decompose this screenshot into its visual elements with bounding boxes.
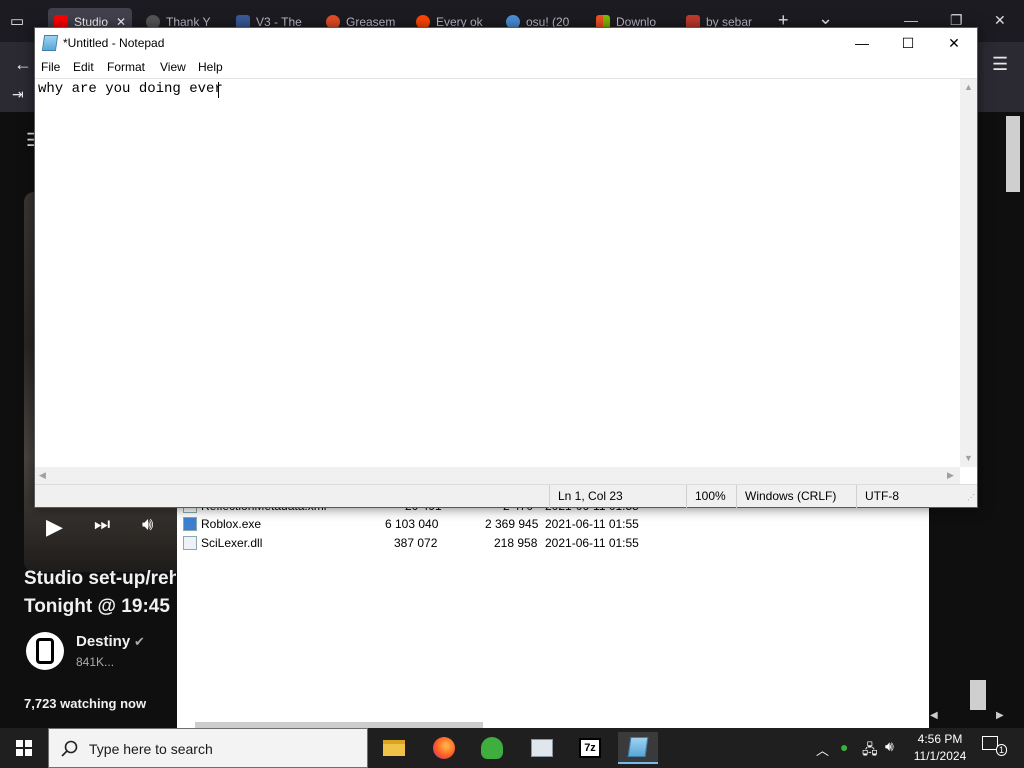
notepad-taskbar-button[interactable] — [618, 732, 658, 764]
notepad-window: *Untitled - Notepad — ☐ ✕ File Edit Form… — [34, 27, 978, 508]
destiny-logo-icon — [36, 638, 54, 664]
windows-logo-icon — [16, 740, 32, 756]
menu-file[interactable]: File — [41, 60, 60, 74]
tab-overview-icon[interactable]: ▭ — [10, 12, 24, 30]
minimize-button[interactable]: — — [839, 28, 885, 58]
editor-text[interactable]: why are you doing ever — [38, 81, 223, 97]
verified-icon: ✔ — [134, 634, 145, 649]
people-taskbar-button[interactable] — [472, 732, 512, 764]
video-title-line1: Studio set-up/reh — [24, 568, 176, 589]
menu-view[interactable]: View — [160, 60, 186, 74]
file-name: Roblox.exe — [201, 517, 262, 531]
file-modified: 2021-06-11 01:55 — [545, 517, 639, 531]
scroll-right-icon[interactable]: ▶ — [947, 470, 954, 481]
sign-in-icon[interactable]: ⇥ — [12, 86, 24, 103]
printer-taskbar-button[interactable] — [522, 732, 562, 764]
file-size: 6 103 040 — [385, 517, 439, 531]
window-title: *Untitled - Notepad — [63, 36, 165, 50]
status-divider — [549, 485, 550, 508]
taskbar: Type here to search 7z ︿ ● 🖧︎ 🔊︎ 4:56 PM… — [0, 728, 1024, 768]
vertical-scrollbar[interactable]: ▲ ▼ — [960, 79, 977, 467]
channel-avatar[interactable] — [26, 632, 64, 670]
clock-time[interactable]: 4:56 PM — [914, 732, 966, 746]
video-title-line2: Tonight @ 19:45 — [24, 596, 170, 617]
next-icon[interactable]: ⏭ — [94, 514, 110, 535]
scroll-down-icon[interactable]: ▼ — [964, 453, 973, 463]
file-modified: 2021-06-11 01:55 — [545, 536, 639, 550]
folder-icon — [383, 740, 405, 756]
notepad-app-icon — [41, 35, 59, 51]
printer-icon — [531, 739, 553, 757]
notepad-icon — [627, 737, 649, 757]
resize-grip-icon[interactable]: ⋰ — [967, 493, 975, 502]
maximize-button[interactable]: ☐ — [885, 28, 931, 58]
file-row[interactable]: SciLexer.dll 387 072 218 958 2021-06-11 … — [183, 534, 703, 553]
firefox-icon — [433, 737, 455, 759]
menu-edit[interactable]: Edit — [73, 60, 94, 74]
zoom-level: 100% — [695, 489, 726, 503]
archive-file-list: ReflectionMetadata.xml 20 491 2 470 2021… — [177, 499, 929, 728]
show-hidden-icons-button[interactable]: ︿ — [816, 740, 829, 759]
taskbar-search-box[interactable]: Type here to search — [48, 728, 368, 768]
start-button[interactable] — [0, 728, 48, 768]
file-size: 387 072 — [394, 536, 438, 550]
menu-bar: File Edit Format View Help — [35, 58, 977, 78]
scroll-left-icon[interactable]: ◀ — [930, 710, 938, 721]
people-tray-icon[interactable]: ● — [840, 739, 848, 755]
file-packed: 2 369 945 — [485, 517, 539, 531]
status-divider — [856, 485, 857, 508]
play-icon[interactable]: ▶ — [46, 514, 63, 540]
page-scrollbar-thumb[interactable] — [1006, 116, 1020, 192]
dll-file-icon — [183, 536, 197, 550]
7zip-icon: 7z — [579, 738, 601, 758]
browser-minimize-button[interactable]: — — [904, 12, 918, 28]
firefox-taskbar-button[interactable] — [424, 732, 464, 764]
back-arrow-icon[interactable]: ← — [14, 54, 32, 75]
browser-close-button[interactable]: ✕ — [994, 12, 1006, 29]
horizontal-scrollbar[interactable]: ◀ ▶ — [35, 467, 960, 484]
text-caret — [218, 82, 219, 98]
volume-icon[interactable]: 🔊︎ — [142, 514, 153, 535]
menu-help[interactable]: Help — [198, 60, 223, 74]
file-name: SciLexer.dll — [201, 536, 263, 550]
page-scrollbar-bottom[interactable] — [970, 680, 986, 710]
search-icon — [61, 740, 78, 757]
volume-icon[interactable]: 🔊︎ — [885, 738, 894, 755]
scroll-up-icon[interactable]: ▲ — [964, 82, 973, 92]
status-divider — [686, 485, 687, 508]
text-editor-area[interactable]: why are you doing ever ▲ ▼ ◀ ▶ — [35, 78, 977, 484]
encoding: UTF-8 — [865, 489, 899, 503]
exe-file-icon — [183, 517, 197, 531]
cursor-position: Ln 1, Col 23 — [558, 489, 623, 503]
action-center-button[interactable]: 1 — [982, 736, 1008, 758]
subscriber-count: 841K... — [76, 655, 115, 669]
close-button[interactable]: ✕ — [931, 28, 977, 58]
scroll-right-icon[interactable]: ▶ — [996, 710, 1004, 721]
clock-date[interactable]: 11/1/2024 — [910, 749, 970, 763]
channel-name[interactable]: Destiny — [76, 633, 130, 650]
line-endings: Windows (CRLF) — [745, 489, 837, 503]
tab-list-button[interactable]: ⌄ — [818, 8, 833, 29]
network-icon[interactable]: 🖧︎ — [862, 739, 878, 763]
file-packed: 218 958 — [494, 536, 538, 550]
app-menu-icon[interactable]: ☰ — [992, 54, 1008, 75]
people-icon — [481, 737, 503, 759]
search-placeholder: Type here to search — [89, 741, 213, 757]
7zip-taskbar-button[interactable]: 7z — [570, 732, 610, 764]
status-divider — [736, 485, 737, 508]
watching-count: 7,723 watching now — [24, 696, 147, 711]
scroll-left-icon[interactable]: ◀ — [39, 470, 46, 481]
notepad-title-bar[interactable]: *Untitled - Notepad — ☐ ✕ — [35, 28, 977, 58]
file-explorer-taskbar-button[interactable] — [374, 732, 414, 764]
notification-count: 1 — [996, 744, 1008, 756]
menu-format[interactable]: Format — [107, 60, 145, 74]
file-row[interactable]: Roblox.exe 6 103 040 2 369 945 2021-06-1… — [183, 515, 703, 534]
status-bar: Ln 1, Col 23 100% Windows (CRLF) UTF-8 ⋰ — [35, 484, 977, 508]
